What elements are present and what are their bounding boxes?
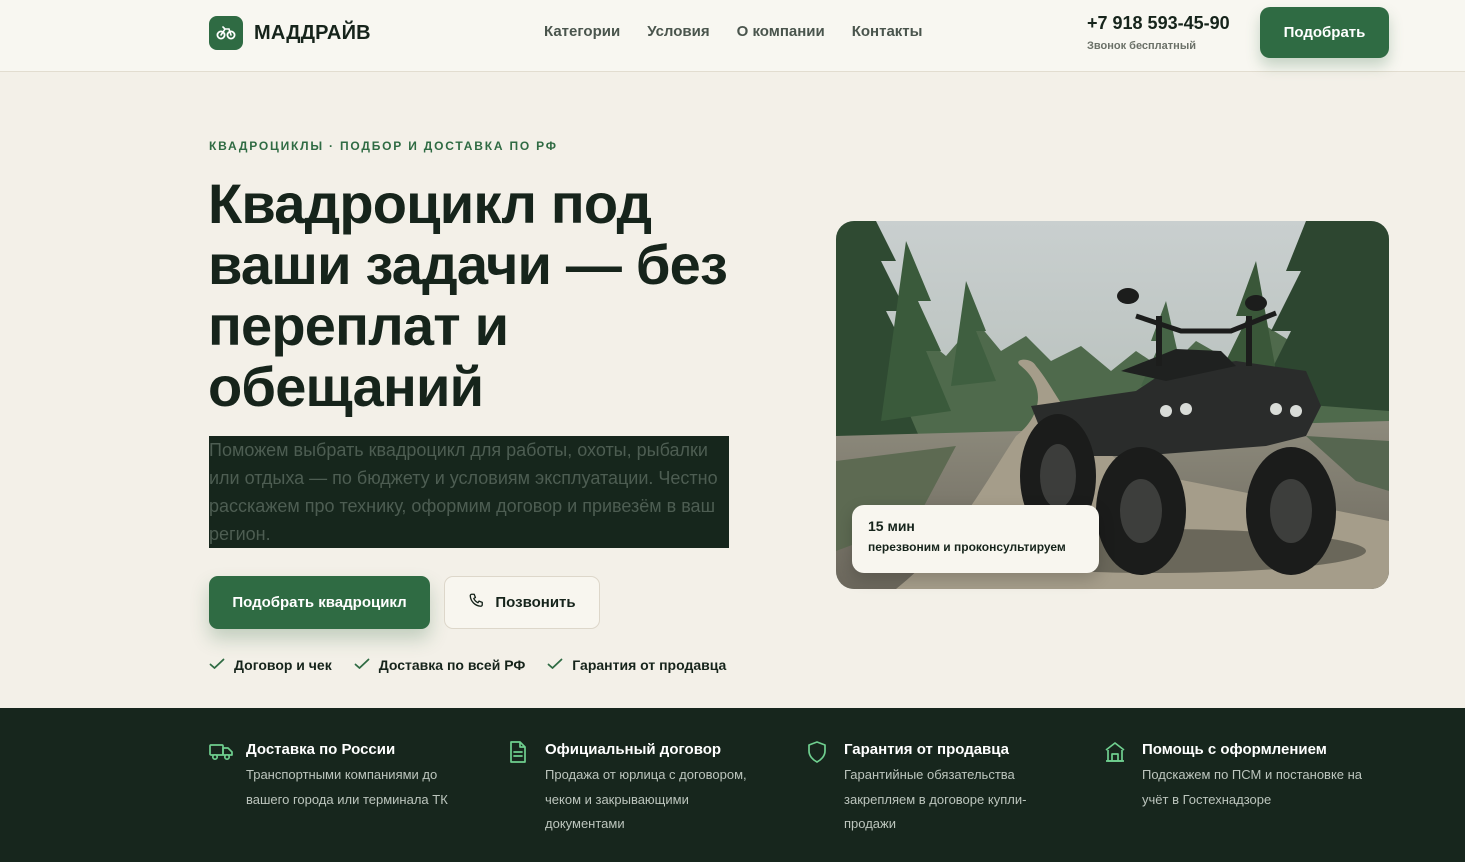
atv-icon [209,16,243,50]
check-icon [354,657,370,673]
check-label: Договор и чек [234,657,332,673]
logo[interactable]: МАДДРАЙВ [209,16,371,50]
pick-atv-button[interactable]: Подобрать квадроцикл [209,576,430,629]
feature-delivery: Доставка по России Транспортными компани… [209,740,469,812]
truck-icon [209,740,233,812]
shield-icon [807,740,829,837]
document-icon [508,740,530,837]
nav-link-about[interactable]: О компании [737,23,825,40]
feature-text: Продажа от юрлица с договором, чеком и з… [545,767,747,831]
check-icon [547,657,563,673]
nav-link-conditions[interactable]: Условия [647,23,709,40]
phone-icon [468,592,486,614]
check-item: Гарантия от продавца [547,657,726,673]
feature-title: Официальный договор [545,741,722,758]
feature-text: Подскажем по ПСМ и постановке на учёт в … [1142,767,1363,807]
hero-eyebrow: КВАДРОЦИКЛЫ · ПОДБОР И ДОСТАВКА ПО РФ [209,139,558,153]
logo-text: МАДДРАЙВ [254,21,371,44]
site-header: МАДДРАЙВ Категории Условия О компании Ко… [0,0,1465,72]
feature-text: Гарантийные обязательства закрепляем в д… [844,767,1027,831]
check-item: Договор и чек [209,657,332,673]
check-icon [209,657,225,673]
nav-link-contacts[interactable]: Контакты [852,23,923,40]
check-label: Гарантия от продавца [572,657,727,673]
check-label: Доставка по всей РФ [378,657,526,673]
callback-callout: 15 мин перезвоним и проконсультируем [852,505,1099,573]
feature-title: Доставка по России [246,741,396,758]
feature-contract: Официальный договор Продажа от юрлица с … [508,740,768,837]
hero-checklist: Договор и чек Доставка по всей РФ Гарант… [209,657,726,673]
hero-title: Квадроцикл под ваши задачи — без перепла… [208,172,728,418]
phone-note: Звонок бесплатный [1087,40,1196,52]
hero-description: Поможем выбрать квадроцикл для работы, о… [209,436,729,548]
call-button[interactable]: Позвонить [444,576,600,629]
call-button-label: Позвонить [495,594,576,611]
nav-link-categories[interactable]: Категории [544,23,620,40]
callout-text: перезвоним и проконсультируем [868,540,1066,554]
building-icon [1105,740,1127,812]
main-nav: Категории Условия О компании Контакты [544,23,922,40]
feature-title: Помощь с оформлением [1142,741,1327,758]
feature-title: Гарантия от продавца [844,741,1010,758]
feature-registration: Помощь с оформлением Подскажем по ПСМ и … [1105,740,1365,812]
feature-text: Транспортными компаниями до вашего город… [246,767,448,807]
phone-link[interactable]: +7 918 593-45-90 [1087,13,1230,34]
features-band: Доставка по России Транспортными компани… [0,708,1465,862]
check-item: Доставка по всей РФ [354,657,526,673]
header-pick-button[interactable]: Подобрать [1260,7,1389,58]
callout-value: 15 мин [868,518,915,534]
feature-warranty: Гарантия от продавца Гарантийные обязате… [807,740,1067,837]
